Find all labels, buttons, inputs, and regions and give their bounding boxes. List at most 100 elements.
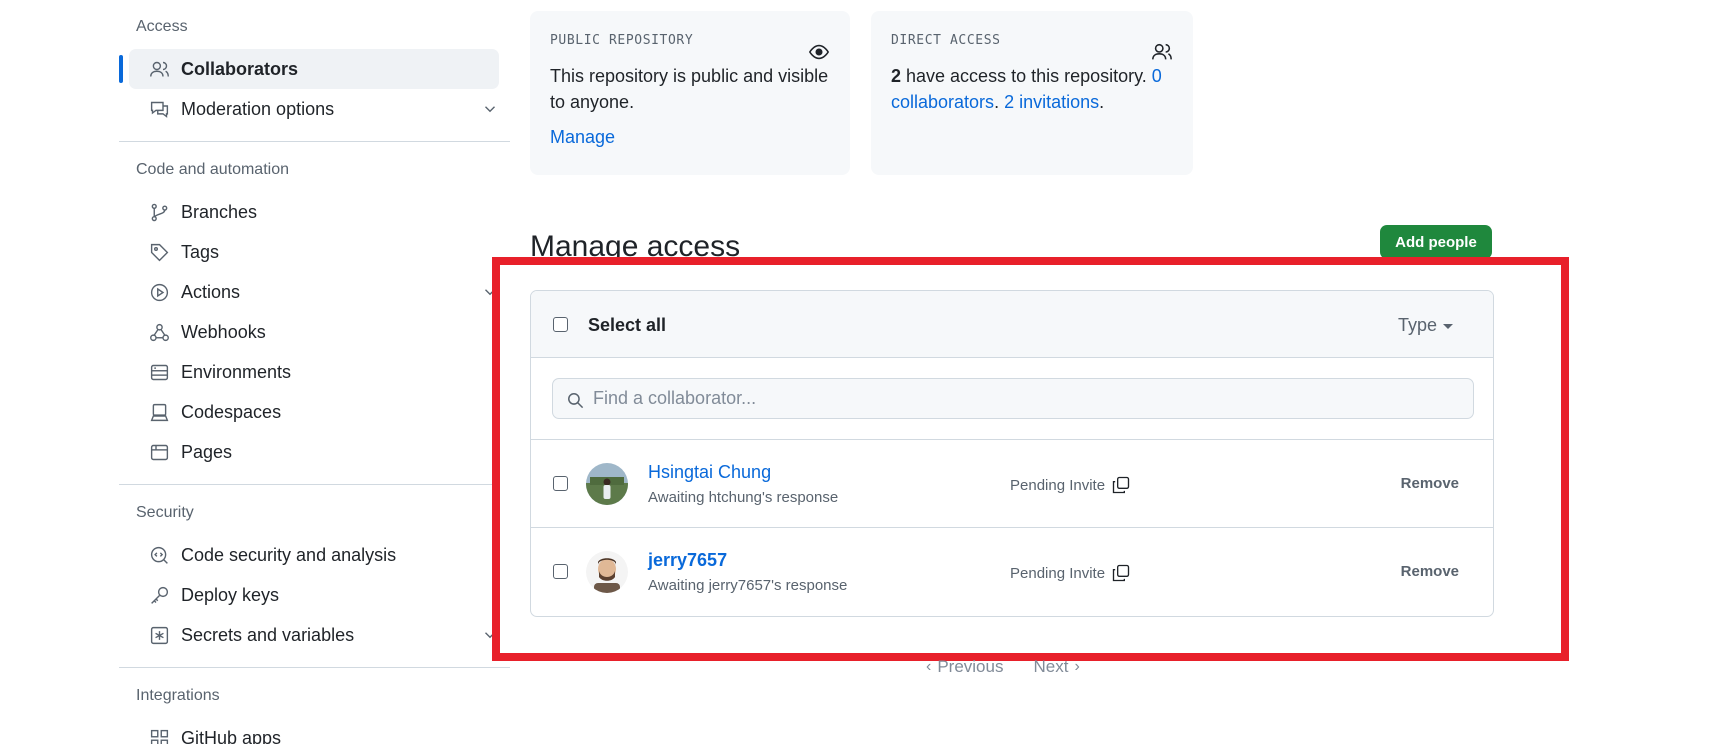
sidebar-item-tags[interactable]: Tags [129,232,499,272]
collaborator-name-link[interactable]: Hsingtai Chung [648,462,771,483]
select-all-label: Select all [588,315,667,335]
sidebar-item-label: Secrets and variables [181,624,355,645]
sidebar-item-label: Environments [181,361,292,382]
separator-text: . [994,92,1005,112]
codescan-icon [148,544,170,566]
type-filter-dropdown[interactable]: Type [1398,315,1453,336]
sidebar-item-label: Codespaces [181,401,282,422]
search-input[interactable] [593,379,1453,418]
sidebar-item-label: Collaborators [181,58,299,79]
codespaces-icon [148,401,170,423]
browser-icon [148,441,170,463]
add-people-button[interactable]: Add people [1380,225,1492,259]
sidebar-item-label: Deploy keys [181,584,280,605]
chevron-down-icon[interactable] [481,100,499,118]
direct-access-card: DIRECT ACCESS 2 have access to this repo… [871,11,1193,175]
comment-discussion-icon [148,98,170,120]
row-checkbox[interactable] [553,476,568,491]
server-icon [148,361,170,383]
collaborator-row: jerry7657 Awaiting jerry7657's response … [531,528,1493,616]
active-indicator [119,55,123,83]
sidebar-item-label: Webhooks [181,321,266,342]
next-page-button[interactable]: Next › [1033,657,1085,677]
pagination: ‹ Previous Next › [920,657,1086,677]
pending-invite-label: Pending Invite [1010,564,1106,582]
key-icon [148,584,170,606]
sidebar-item-label: Actions [181,281,241,302]
webhook-icon [148,321,170,343]
key-asterisk-icon [148,624,170,646]
end-text: . [1099,92,1105,112]
sidebar-item-pages[interactable]: Pages [129,432,499,472]
sidebar-item-label: Branches [181,201,258,222]
avatar[interactable] [586,463,628,505]
copy-icon[interactable] [1111,563,1131,583]
sidebar-item-github-apps[interactable]: GitHub apps [129,718,499,744]
invitations-link[interactable]: 2 invitations [1004,92,1099,112]
sidebar-item-codespaces[interactable]: Codespaces [129,392,499,432]
previous-page-button[interactable]: ‹ Previous [920,657,1003,677]
sidebar-item-actions[interactable]: Actions [129,272,499,312]
sidebar-item-label: Pages [181,441,233,462]
caret-down-icon [1443,324,1453,329]
section-title-integrations: Integrations [136,687,220,704]
pending-invite: Pending Invite [1010,475,1131,495]
sidebar-item-label: Tags [181,241,220,262]
access-text: have access to this repository. [901,66,1152,86]
people-icon [148,58,170,80]
sidebar-divider [119,484,510,485]
sidebar-item-label: GitHub apps [181,727,282,744]
pending-invite: Pending Invite [1010,563,1131,583]
card-label: DIRECT ACCESS [891,33,1001,48]
manage-link[interactable]: Manage [550,127,615,148]
awaiting-response-text: Awaiting jerry7657's response [648,577,848,594]
select-all-checkbox[interactable] [553,317,568,332]
sidebar-item-webhooks[interactable]: Webhooks [129,312,499,352]
collaborator-name-link[interactable]: jerry7657 [648,550,727,571]
git-branch-icon [148,201,170,223]
sidebar-divider [119,667,510,668]
access-count: 2 [891,66,902,86]
sidebar-item-collaborators[interactable]: Collaborators [119,49,499,89]
remove-button[interactable]: Remove [1401,475,1459,492]
previous-label: Previous [937,657,1004,676]
search-icon [566,391,585,410]
public-repository-card: PUBLIC REPOSITORY This repository is pub… [530,11,850,175]
sidebar-item-deploy-keys[interactable]: Deploy keys [129,575,499,615]
people-icon [1151,41,1173,63]
sidebar-item-environments[interactable]: Environments [129,352,499,392]
next-label: Next [1033,657,1069,676]
type-filter-label: Type [1397,315,1437,335]
sidebar-item-label: Moderation options [181,98,335,119]
card-label: PUBLIC REPOSITORY [550,33,694,48]
sidebar-divider [119,141,510,142]
collaborator-row: Hsingtai Chung Awaiting htchung's respon… [531,440,1493,528]
chevron-right-icon: › [1074,658,1080,675]
search-row [531,358,1493,440]
sidebar-item-secrets[interactable]: Secrets and variables [129,615,499,655]
section-title-security: Security [136,504,194,521]
avatar[interactable] [586,551,628,593]
direct-access-text: 2 have access to this repository. 0 coll… [891,63,1173,115]
collaborator-search [552,378,1474,419]
sidebar-item-label: Code security and analysis [181,544,397,565]
pending-invite-label: Pending Invite [1010,476,1106,494]
sidebar-item-branches[interactable]: Branches [129,192,499,232]
play-icon [148,281,170,303]
apps-icon [148,727,170,744]
copy-icon[interactable] [1111,475,1131,495]
chevron-left-icon: ‹ [926,658,932,675]
tag-icon [148,241,170,263]
remove-button[interactable]: Remove [1401,563,1459,580]
section-title-code-automation: Code and automation [136,161,289,178]
section-title-access: Access [136,18,188,35]
sidebar-item-code-security[interactable]: Code security and analysis [129,535,499,575]
row-checkbox[interactable] [553,564,568,579]
awaiting-response-text: Awaiting htchung's response [648,489,839,506]
eye-icon [808,41,830,63]
table-header: Select all Type [531,291,1493,358]
card-text: This repository is public and visible to… [550,66,829,112]
settings-sidebar: Access Collaborators Moderation options … [119,0,510,744]
collaborators-table: Select all Type Hsingtai Chung Awaiting … [530,290,1494,617]
sidebar-item-moderation[interactable]: Moderation options [129,89,499,129]
